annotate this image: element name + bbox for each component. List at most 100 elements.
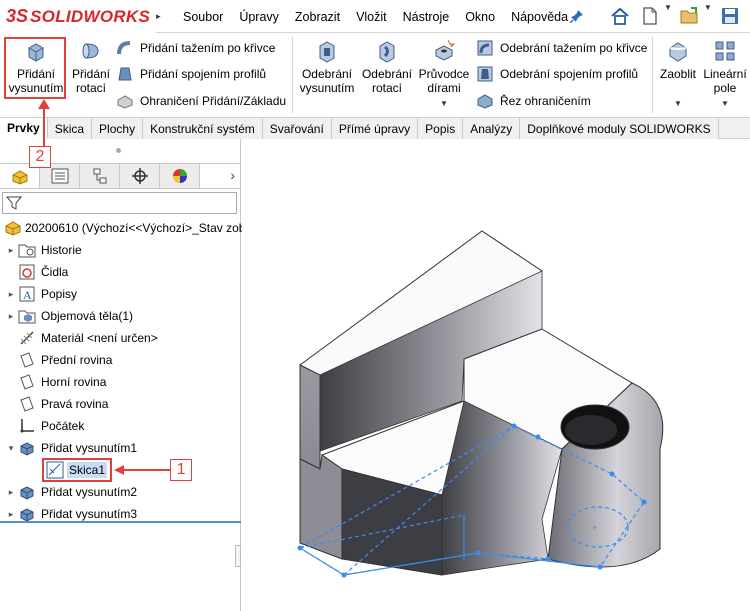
menu-edit[interactable]: Úpravy <box>231 10 287 24</box>
tab-sketch[interactable]: Skica <box>47 118 93 139</box>
boundary-cut-button[interactable]: Řez ohraničením <box>476 90 591 112</box>
save-icon[interactable] <box>718 3 742 29</box>
menu-help[interactable]: Nápověda <box>503 10 576 24</box>
tree-item-sensors[interactable]: Čidla <box>0 261 241 283</box>
tree-item-label: Čidla <box>41 265 69 279</box>
command-manager-tabs: Prvky Skica Plochy Konstrukční systém Sv… <box>0 117 750 139</box>
tree-item-extrude1[interactable]: ▾ Přidat vysunutím1 <box>0 437 241 459</box>
menu-view[interactable]: Zobrazit <box>287 10 348 24</box>
tree-item-front-plane[interactable]: Přední rovina <box>0 349 241 371</box>
tree-item-top-plane[interactable]: Horní rovina <box>0 371 241 393</box>
home-icon[interactable] <box>608 3 632 29</box>
title-bar: 3S SOLIDWORKS ▸ Soubor Úpravy Zobrazit V… <box>0 0 750 33</box>
expand-icon[interactable]: ▸ <box>4 245 18 256</box>
ds-logo-mark: 3S <box>6 6 29 26</box>
ribbon-separator <box>292 37 293 113</box>
swept-boss-label: Přidání tažením po křivce <box>140 41 276 55</box>
solid-body-folder-icon <box>18 307 36 325</box>
lofted-cut-button[interactable]: Odebrání spojením profilů <box>476 63 638 85</box>
tab-structure-system[interactable]: Konstrukční systém <box>143 118 263 139</box>
tree-item-label: Pravá rovina <box>41 397 109 411</box>
chevron-down-icon[interactable]: ▼ <box>674 97 682 111</box>
panel-resize-handle[interactable] <box>235 545 241 567</box>
tree-item-right-plane[interactable]: Pravá rovina <box>0 393 241 415</box>
expand-icon[interactable]: ▸ <box>4 311 18 322</box>
hole-wizard-label-1: Průvodce <box>418 67 470 81</box>
menu-tools[interactable]: Nástroje <box>395 10 458 24</box>
extrude-feature-icon <box>18 439 36 457</box>
tree-item-origin[interactable]: Počátek <box>0 415 241 437</box>
fillet-button[interactable]: Zaoblit ▼ <box>656 37 700 111</box>
revolved-cut-label-1: Odebrání <box>361 67 413 81</box>
sketch-center-mark: + <box>592 523 597 533</box>
boundary-boss-button[interactable]: Ohraničení Přidání/Základu <box>116 90 286 112</box>
swept-boss-button[interactable]: Přidání tažením po křivce <box>116 37 275 59</box>
menu-file[interactable]: Soubor <box>175 10 231 24</box>
panel-grip[interactable] <box>116 148 121 153</box>
pin-icon[interactable] <box>569 9 584 24</box>
tab-addins[interactable]: Doplňkové moduly SOLIDWORKS <box>520 118 719 139</box>
collapse-icon[interactable]: ▾ <box>4 443 18 454</box>
boundary-cut-label: Řez ohraničením <box>500 94 591 108</box>
revolved-cut-button[interactable]: Odebrání rotací <box>360 37 414 95</box>
tree-item-history[interactable]: ▸ Historie <box>0 239 241 261</box>
swept-cut-button[interactable]: Odebrání tažením po křivce <box>476 37 647 59</box>
open-folder-icon[interactable] <box>678 3 702 29</box>
menu-insert[interactable]: Vložit <box>348 10 395 24</box>
lofted-boss-button[interactable]: Přidání spojením profilů <box>116 63 266 85</box>
callout-arrow <box>114 465 171 475</box>
tab-direct-editing[interactable]: Přímé úpravy <box>331 118 419 139</box>
graphics-viewport[interactable]: + <box>242 139 750 611</box>
configuration-icon <box>93 168 106 184</box>
linear-pattern-label-1: Lineární <box>703 67 747 81</box>
expand-icon[interactable]: ▸ <box>4 487 18 498</box>
hole-wizard-button[interactable]: Průvodce dírami ▼ <box>418 37 470 111</box>
extruded-cut-button[interactable]: Odebrání vysunutím <box>298 37 356 95</box>
new-document-icon[interactable] <box>638 3 662 29</box>
chevron-down-icon[interactable]: ▼ <box>440 97 448 111</box>
tab-surfaces[interactable]: Plochy <box>92 118 144 139</box>
lofted-boss-label: Přidání spojením profilů <box>140 67 267 81</box>
tree-item-annotations[interactable]: ▸ A Popisy <box>0 283 241 305</box>
tree-filter-bar[interactable] <box>2 192 237 214</box>
feature-tree: 20200610 (Výchozí<<Výchozí>_Stav zob ▸ H… <box>0 217 245 525</box>
configuration-manager-tab[interactable] <box>80 164 120 188</box>
tree-item-label: Horní rovina <box>41 375 107 389</box>
expand-icon[interactable]: ▸ <box>4 509 18 520</box>
tree-item-extrude2[interactable]: ▸ Přidat vysunutím2 <box>0 481 241 503</box>
logo-expand-icon[interactable]: ▸ <box>156 11 161 22</box>
dimxpert-tab[interactable] <box>120 164 160 188</box>
callout-highlight-extrude <box>4 37 66 99</box>
origin-icon <box>18 417 36 435</box>
tree-item-label: Popisy <box>41 287 78 301</box>
chevron-down-icon[interactable]: ▼ <box>721 97 729 111</box>
chevron-down-icon[interactable]: ▼ <box>704 3 712 29</box>
display-manager-tab[interactable] <box>160 164 200 188</box>
linear-pattern-icon <box>711 37 739 65</box>
expand-icon[interactable]: ▸ <box>4 289 18 300</box>
tree-root[interactable]: 20200610 (Výchozí<<Výchozí>_Stav zob <box>0 217 245 239</box>
tab-markup[interactable]: Popis <box>418 118 464 139</box>
chevron-down-icon[interactable]: ▼ <box>664 3 672 29</box>
revolved-boss-label-1: Přidání <box>71 67 111 81</box>
tab-evaluate[interactable]: Analýzy <box>463 118 521 139</box>
chevron-right-icon[interactable]: › <box>230 167 235 183</box>
tree-item-label: Historie <box>41 243 82 257</box>
sensor-icon <box>18 263 36 281</box>
crosshair-icon <box>131 168 148 184</box>
swept-boss-icon <box>116 39 134 57</box>
plane-icon <box>18 351 36 369</box>
lofted-boss-icon <box>116 65 134 83</box>
linear-pattern-button[interactable]: Lineární pole ▼ <box>702 37 748 111</box>
tree-item-label: Přidat vysunutím2 <box>41 485 138 499</box>
tree-item-solid-bodies[interactable]: ▸ Objemová těla(1) <box>0 305 241 327</box>
tree-item-sketch1[interactable]: Skica1 1 <box>0 458 241 482</box>
quick-access-toolbar: ▼ ▼ <box>608 3 742 29</box>
menu-window[interactable]: Okno <box>457 10 503 24</box>
tab-weldments[interactable]: Svařování <box>262 118 332 139</box>
solidworks-logo[interactable]: 3S SOLIDWORKS ▸ <box>0 0 161 33</box>
svg-text:A: A <box>23 288 32 302</box>
revolved-boss-button[interactable]: Přidání rotací <box>70 37 112 95</box>
tree-item-material[interactable]: Materiál <není určen> <box>0 327 241 349</box>
tree-item-label: Materiál <není určen> <box>41 331 158 345</box>
